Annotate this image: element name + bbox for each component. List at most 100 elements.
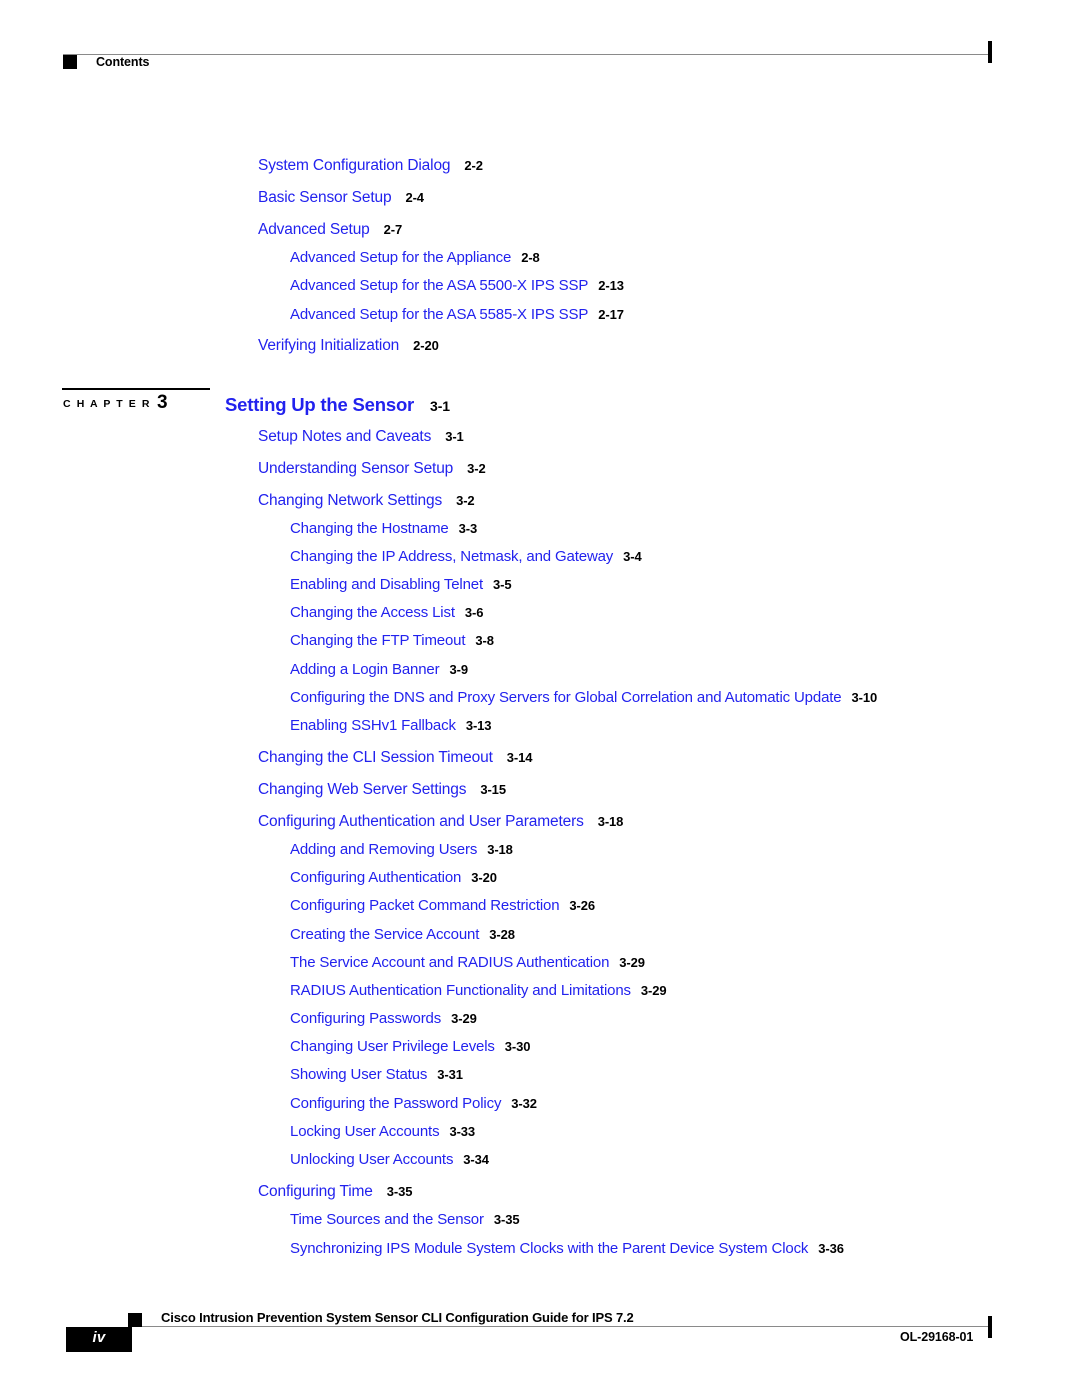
toc-entry-label: Adding a Login Banner xyxy=(290,661,440,678)
toc-entry-page-number: 3-4 xyxy=(623,549,642,564)
toc-entry[interactable]: Enabling and Disabling Telnet 3-5 xyxy=(290,576,512,593)
toc-entry[interactable]: Changing the IP Address, Netmask, and Ga… xyxy=(290,548,642,565)
toc-entry-label: Changing the Hostname xyxy=(290,520,449,537)
toc-entry-label: Basic Sensor Setup xyxy=(258,189,392,206)
toc-entry[interactable]: Changing User Privilege Levels 3-30 xyxy=(290,1038,531,1055)
toc-entry-page-number: 3-33 xyxy=(449,1124,476,1139)
toc-entry[interactable]: Changing the Access List 3-6 xyxy=(290,604,483,621)
toc-entry[interactable]: Configuring Time 3-35 xyxy=(258,1183,413,1201)
toc-entry-page-number: 3-29 xyxy=(640,983,667,998)
toc-entry-label: Locking User Accounts xyxy=(290,1123,440,1140)
chapter-rule xyxy=(62,388,210,390)
toc-entry-page-number: 2-2 xyxy=(464,158,483,173)
toc-entry[interactable]: Configuring Passwords 3-29 xyxy=(290,1010,477,1027)
toc-entry-page-number: 3-14 xyxy=(506,750,533,765)
toc-entry[interactable]: System Configuration Dialog 2-2 xyxy=(258,157,483,175)
toc-entry[interactable]: Adding a Login Banner 3-9 xyxy=(290,661,468,678)
toc-entry[interactable]: Understanding Sensor Setup 3-2 xyxy=(258,460,486,478)
toc-entry-page-number: 3-31 xyxy=(437,1067,463,1082)
toc-entry[interactable]: Adding and Removing Users 3-18 xyxy=(290,841,513,858)
toc-entry-page-number: 3-20 xyxy=(471,870,497,885)
footer-edge-tick xyxy=(988,1316,992,1338)
toc-entry[interactable]: Changing the FTP Timeout 3-8 xyxy=(290,632,494,649)
chapter-word-label: C H A P T E R xyxy=(63,398,152,410)
toc-entry[interactable]: Creating the Service Account 3-28 xyxy=(290,926,515,943)
toc-entry-page-number: 3-34 xyxy=(463,1152,489,1167)
toc-entry-label: Advanced Setup for the Appliance xyxy=(290,249,512,266)
toc-entry[interactable]: Locking User Accounts 3-33 xyxy=(290,1123,475,1140)
square-bullet-icon xyxy=(128,1313,142,1327)
toc-entry-label: Configuring the Password Policy xyxy=(290,1095,502,1112)
toc-entry-label: Changing Network Settings xyxy=(258,492,443,509)
toc-entry[interactable]: Setup Notes and Caveats 3-1 xyxy=(258,428,464,446)
toc-entry-label: Configuring Authentication and User Para… xyxy=(258,813,584,830)
toc-entry-label: Unlocking User Accounts xyxy=(290,1151,454,1168)
toc-entry-label: The Service Account and RADIUS Authentic… xyxy=(290,954,610,971)
toc-entry-label: Understanding Sensor Setup xyxy=(258,460,454,477)
chapter-number: 3 xyxy=(157,392,168,413)
toc-entry-label: Enabling and Disabling Telnet xyxy=(290,576,484,593)
toc-entry-page-number: 3-9 xyxy=(449,662,468,677)
toc-entry-page-number: 2-17 xyxy=(598,307,624,322)
toc-entry[interactable]: Changing Network Settings 3-2 xyxy=(258,492,475,510)
toc-entry-label: Adding and Removing Users xyxy=(290,841,478,858)
toc-entry-page-number: 3-32 xyxy=(511,1096,537,1111)
toc-entry[interactable]: Advanced Setup 2-7 xyxy=(258,221,402,239)
toc-entry-label: Advanced Setup for the ASA 5585-X IPS SS… xyxy=(290,306,589,323)
toc-entry[interactable]: Configuring Authentication and User Para… xyxy=(258,813,623,831)
toc-entry-page-number: 3-2 xyxy=(456,493,475,508)
toc-entry[interactable]: Advanced Setup for the ASA 5500-X IPS SS… xyxy=(290,277,624,294)
toc-entry-page-number: 3-18 xyxy=(487,842,513,857)
toc-entry[interactable]: Configuring Packet Command Restriction 3-… xyxy=(290,897,595,914)
toc-entry-label: Changing the IP Address, Netmask, and Ga… xyxy=(290,548,614,565)
toc-entry[interactable]: Basic Sensor Setup 2-4 xyxy=(258,189,424,207)
toc-entry-label: Changing Web Server Settings xyxy=(258,781,467,798)
toc-entry-page-number: 3-30 xyxy=(504,1039,531,1054)
toc-entry-label: Configuring Time xyxy=(258,1183,373,1200)
toc-entry-label: Changing the FTP Timeout xyxy=(290,632,466,649)
toc-entry[interactable]: Synchronizing IPS Module System Clocks w… xyxy=(290,1240,844,1257)
toc-entry-page-number: 3-13 xyxy=(465,718,492,733)
document-page: Contents System Configuration Dialog 2-2 B… xyxy=(0,0,1080,1397)
document-id: OL-29168-01 xyxy=(900,1330,974,1344)
toc-entry[interactable]: Changing Web Server Settings 3-15 xyxy=(258,781,506,799)
toc-entry-page-number: 3-15 xyxy=(480,782,506,797)
toc-entry[interactable]: Configuring Authentication 3-20 xyxy=(290,869,497,886)
toc-entry-page-number: 2-13 xyxy=(598,278,624,293)
toc-entry[interactable]: Enabling SSHv1 Fallback 3-13 xyxy=(290,717,492,734)
toc-entry-page-number: 2-4 xyxy=(405,190,424,205)
page-number: iv xyxy=(92,1329,106,1346)
toc-entry-page-number: 3-3 xyxy=(458,521,478,536)
toc-entry[interactable]: The Service Account and RADIUS Authentic… xyxy=(290,954,645,971)
chapter-title-link[interactable]: Setting Up the Sensor 3-1 xyxy=(225,394,450,416)
toc-entry[interactable]: Configuring the Password Policy 3-32 xyxy=(290,1095,537,1112)
toc-entry[interactable]: RADIUS Authentication Functionality and … xyxy=(290,982,667,999)
running-header: Contents xyxy=(0,0,1080,90)
toc-entry-page-number: 2-7 xyxy=(383,222,403,237)
toc-entry[interactable]: Advanced Setup for the Appliance 2-8 xyxy=(290,249,540,266)
toc-entry-page-number: 3-28 xyxy=(489,927,515,942)
toc-entry-label: Setup Notes and Caveats xyxy=(258,428,432,445)
toc-entry-label: Configuring Packet Command Restriction xyxy=(290,897,560,914)
toc-entry[interactable]: Changing the Hostname 3-3 xyxy=(290,520,477,537)
toc-entry-label: Time Sources and the Sensor xyxy=(290,1211,484,1228)
toc-entry-page-number: 3-35 xyxy=(386,1184,413,1199)
toc-entry-page-number: 2-8 xyxy=(521,250,540,265)
toc-entry-page-number: 3-6 xyxy=(464,605,484,620)
toc-entry-label: Advanced Setup xyxy=(258,221,370,238)
toc-entry-label: Showing User Status xyxy=(290,1066,428,1083)
toc-entry[interactable]: Configuring the DNS and Proxy Servers fo… xyxy=(290,689,877,706)
toc-entry[interactable]: Showing User Status 3-31 xyxy=(290,1066,463,1083)
toc-entry[interactable]: Time Sources and the Sensor 3-35 xyxy=(290,1211,520,1228)
footer-rule xyxy=(132,1326,990,1327)
toc-entry[interactable]: Advanced Setup for the ASA 5585-X IPS SS… xyxy=(290,306,624,323)
toc-entry-page-number: 2-20 xyxy=(413,338,439,353)
toc-entry-label: Verifying Initialization xyxy=(258,337,400,354)
chapter-title-text: Setting Up the Sensor xyxy=(225,394,415,415)
header-label: Contents xyxy=(96,55,150,69)
toc-entry-page-number: 3-2 xyxy=(467,461,486,476)
toc-entry[interactable]: Verifying Initialization 2-20 xyxy=(258,337,439,355)
toc-entry[interactable]: Unlocking User Accounts 3-34 xyxy=(290,1151,489,1168)
chapter-page-number: 3-1 xyxy=(430,398,450,414)
toc-entry[interactable]: Changing the CLI Session Timeout 3-14 xyxy=(258,749,532,767)
